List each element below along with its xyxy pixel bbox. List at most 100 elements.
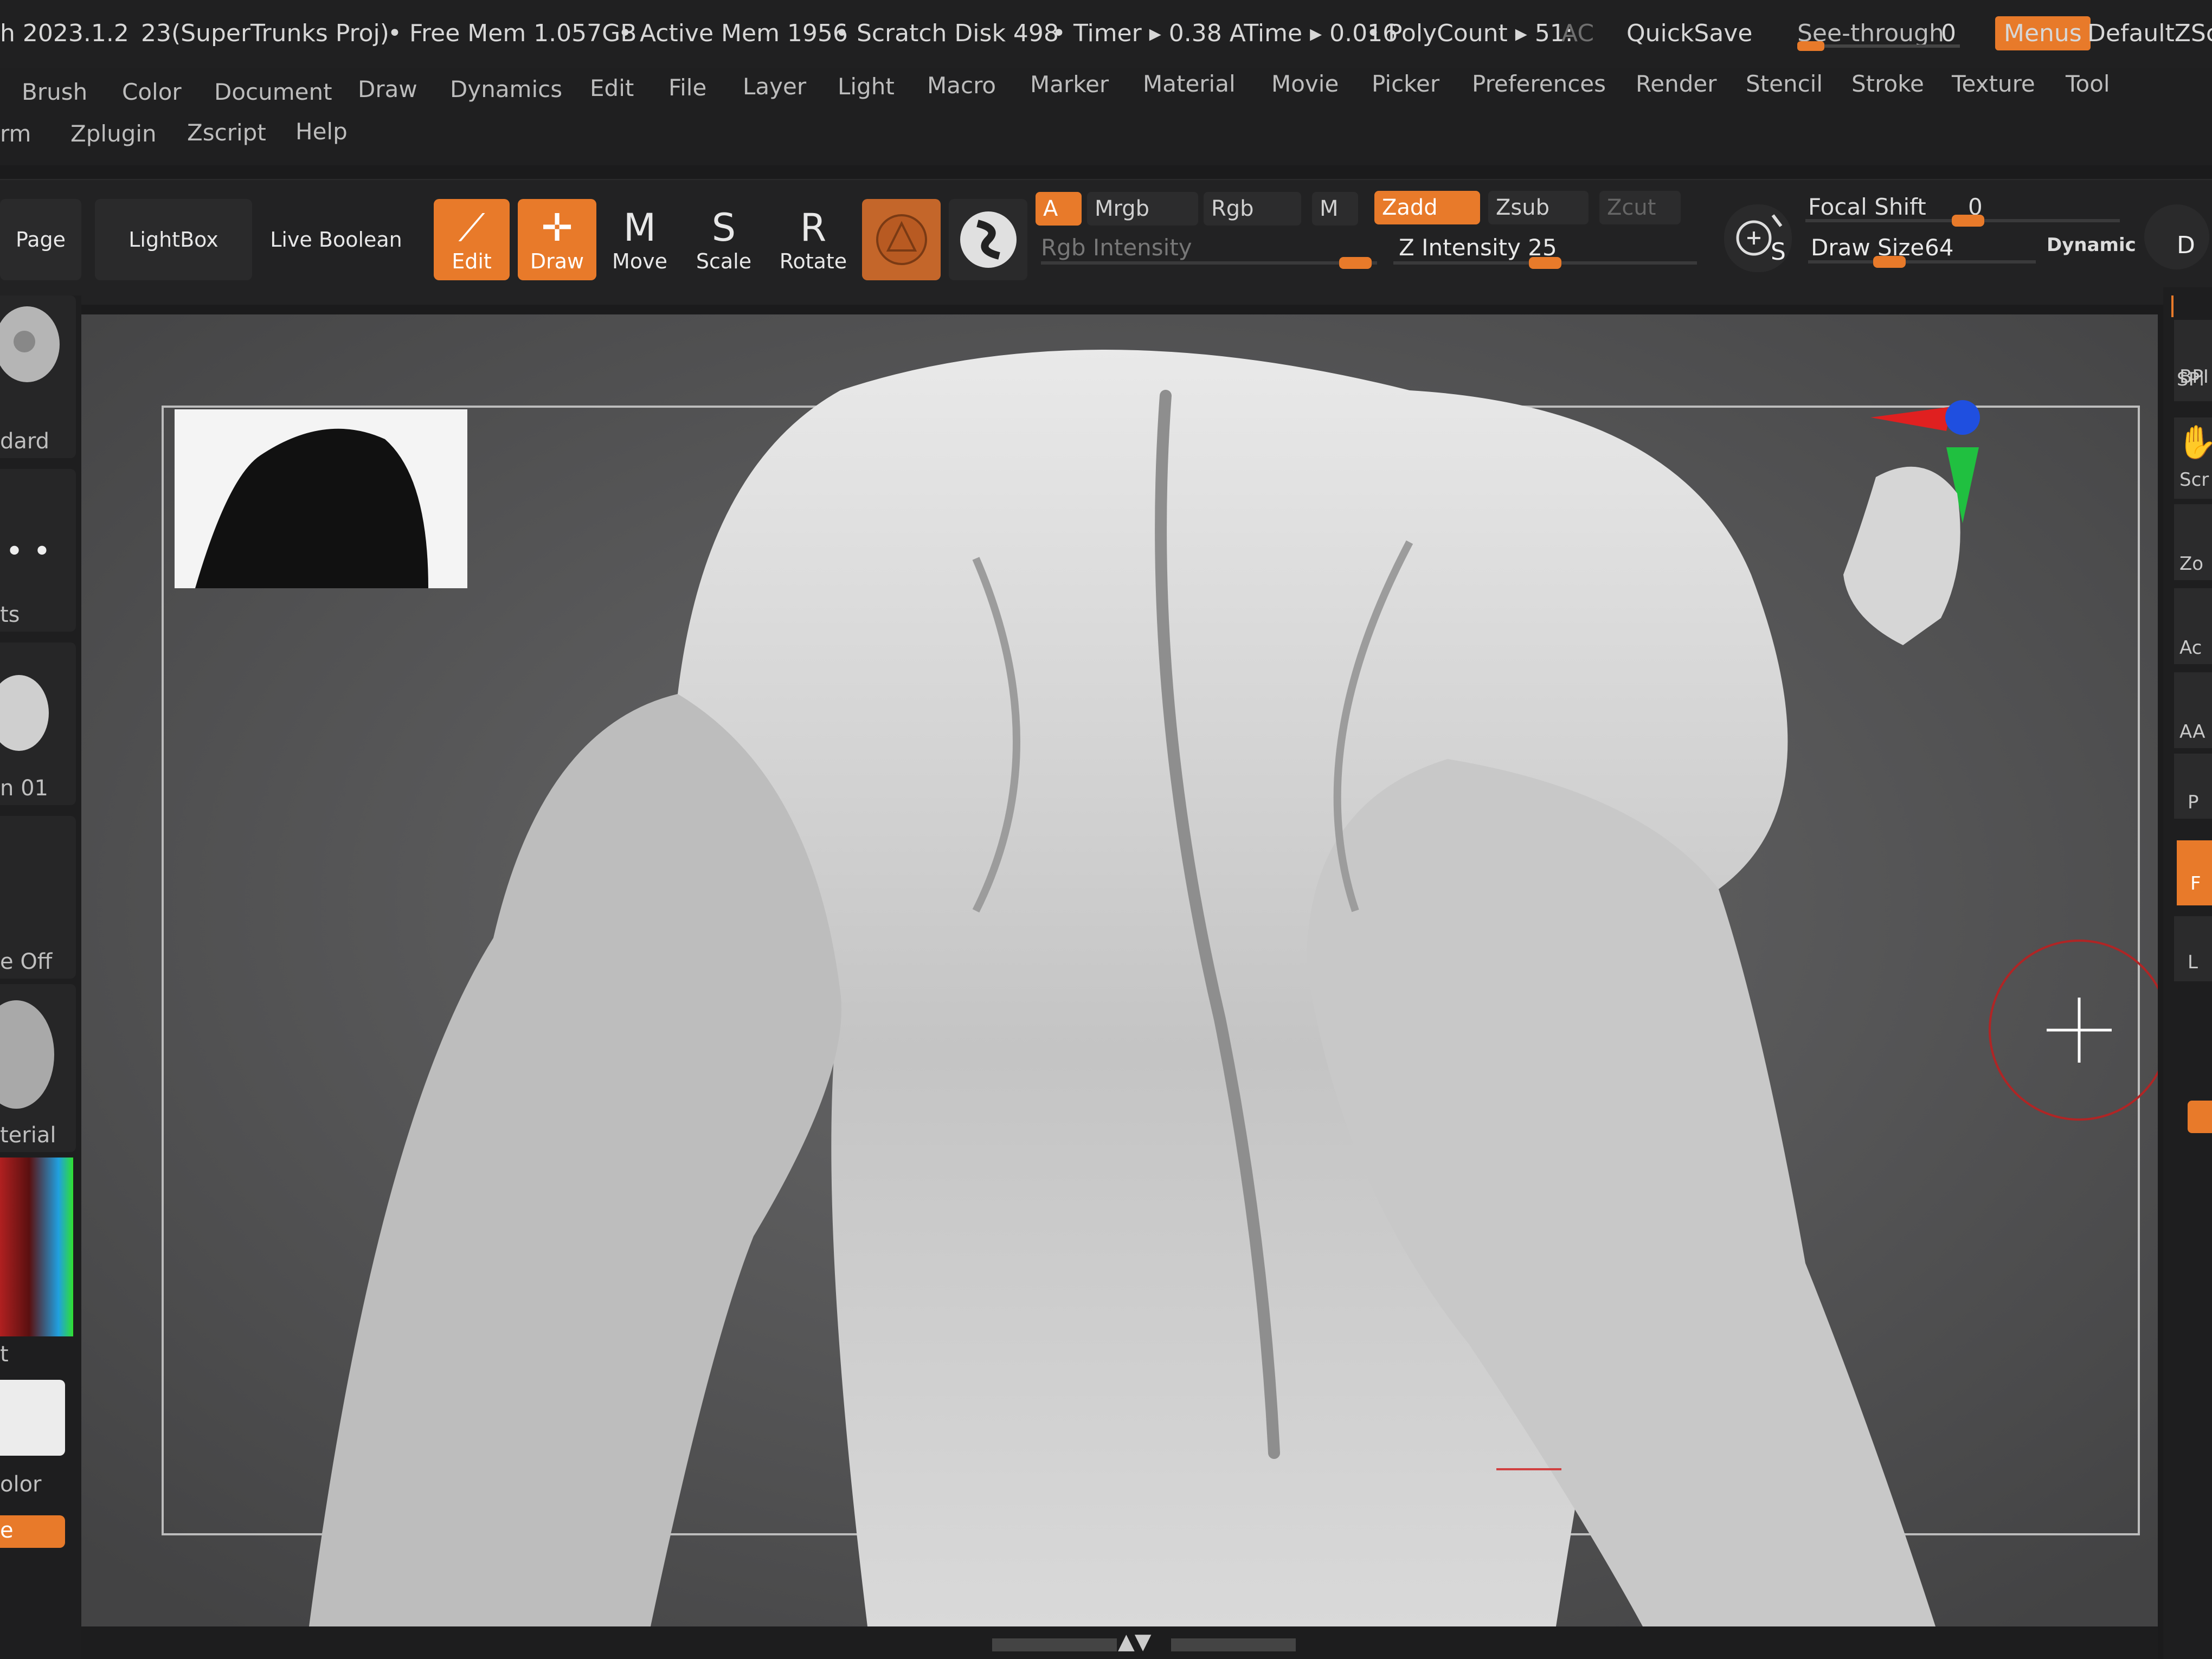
rgb-intensity-slider[interactable]	[1041, 257, 1377, 269]
m-button[interactable]: M	[1312, 192, 1358, 226]
actual-button[interactable]: Ac	[2174, 588, 2212, 664]
menu-light[interactable]: Light	[838, 73, 895, 100]
quicksave-button[interactable]: QuickSave	[1626, 20, 1752, 47]
menu-file[interactable]: File	[668, 74, 706, 101]
alpha-slot-label: n 01	[0, 776, 48, 801]
dynamic-button[interactable]: Dynamic	[2047, 234, 2136, 256]
a-button[interactable]: A	[1036, 192, 1082, 226]
xyz-button[interactable]	[2188, 1101, 2212, 1133]
menu-stencil[interactable]: Stencil	[1746, 70, 1823, 97]
left-shelf: dard • • ts n 01 e Off terial t olor e	[0, 295, 81, 1659]
material-slot[interactable]: terial	[0, 984, 76, 1152]
menu-texture[interactable]: Texture	[1952, 70, 2035, 97]
edit-label: Edit	[452, 249, 492, 273]
live-boolean-button[interactable]: Live Boolean	[255, 199, 417, 280]
spix-label[interactable]: SPi	[2177, 369, 2204, 390]
color-picker[interactable]	[0, 1158, 73, 1336]
material-button[interactable]	[862, 199, 941, 280]
zoom-label: Zo	[2179, 553, 2204, 575]
menu-brush[interactable]: Brush	[22, 79, 87, 105]
page-button[interactable]: Page	[0, 199, 81, 280]
menu-tool[interactable]: Tool	[2066, 70, 2110, 97]
canvas-viewport[interactable]	[81, 314, 2170, 1626]
lazy-mouse-button[interactable]: S	[1724, 204, 1792, 272]
focal-shift-slider[interactable]	[1805, 215, 2120, 227]
menu-draw[interactable]: Draw	[358, 76, 417, 102]
switch-color-button[interactable]: e	[0, 1515, 65, 1548]
draw-icon: ✛	[541, 205, 573, 250]
ac-label: AC	[1561, 20, 1594, 47]
menu-picker[interactable]: Picker	[1372, 70, 1439, 97]
default-zscript[interactable]: DefaultZScri	[2087, 20, 2212, 47]
rgb-intensity-label: Rgb Intensity	[1041, 234, 1192, 261]
polycount: • PolyCount ▸ 51:	[1366, 20, 1573, 47]
persp-button[interactable]: P	[2174, 754, 2212, 819]
z-intensity-slider[interactable]	[1393, 257, 1697, 269]
menu-stroke[interactable]: Stroke	[1851, 70, 1924, 97]
rotate-button[interactable]: R Rotate	[773, 199, 854, 280]
menu-dynamics[interactable]: Dynamics	[450, 76, 562, 102]
scale-key: S	[711, 205, 736, 250]
material-sphere-icon	[876, 214, 927, 265]
aahalf-button[interactable]: AA	[2174, 672, 2212, 748]
mrgb-button[interactable]: Mrgb	[1087, 192, 1198, 226]
bottom-scroll-right[interactable]	[1171, 1638, 1296, 1651]
menu-preferences[interactable]: Preferences	[1472, 70, 1606, 97]
lightbox-button[interactable]: LightBox	[95, 199, 252, 280]
floor-button[interactable]: F	[2177, 840, 2212, 905]
menu-render[interactable]: Render	[1636, 70, 1717, 97]
dynamic-target-button[interactable]: D	[2144, 204, 2209, 269]
zcut-button[interactable]: Zcut	[1599, 191, 1681, 224]
menu-marker[interactable]: Marker	[1030, 71, 1109, 98]
floor-label: F	[2190, 873, 2201, 895]
move-button[interactable]: M Move	[602, 199, 678, 280]
move-label: Move	[612, 249, 667, 273]
menus-button[interactable]: Menus	[1995, 16, 2091, 50]
local-button[interactable]: L	[2174, 916, 2212, 981]
draw-button[interactable]: ✛ Draw	[518, 199, 596, 280]
brush-alpha-button[interactable]	[949, 199, 1027, 280]
edit-button[interactable]: ⟋ Edit	[434, 199, 510, 280]
menu-movie[interactable]: Movie	[1271, 70, 1339, 97]
expand-arrows-icon[interactable]: ▲▼	[1118, 1629, 1152, 1654]
menu-help[interactable]: Help	[295, 118, 348, 145]
zadd-button[interactable]: Zadd	[1374, 191, 1480, 224]
menu-document[interactable]: Document	[214, 79, 332, 105]
menu-material[interactable]: Material	[1143, 70, 1236, 97]
bottom-scroll-left[interactable]	[992, 1638, 1117, 1651]
rotate-key: R	[800, 205, 827, 250]
mrgb-label: Mrgb	[1095, 196, 1150, 221]
stroke-slot-label: ts	[0, 602, 20, 627]
menu-zplugin[interactable]: Zplugin	[70, 120, 157, 147]
zoom-button[interactable]: Zo	[2174, 504, 2212, 580]
material-thumbnail-icon	[0, 1000, 54, 1109]
zsub-button[interactable]: Zsub	[1488, 191, 1589, 224]
stroke-slot[interactable]: • • ts	[0, 469, 76, 632]
texture-slot[interactable]: e Off	[0, 816, 76, 979]
brush-slot[interactable]: dard	[0, 295, 76, 458]
menu-zscript[interactable]: Zscript	[187, 119, 266, 146]
draw-size-slider[interactable]	[1808, 256, 2036, 268]
scroll-button[interactable]: ✋ Scr	[2174, 417, 2212, 499]
menu-edit[interactable]: Edit	[590, 75, 634, 101]
z-axis-ball	[1945, 400, 1980, 435]
focal-shift-knob[interactable]	[1952, 215, 1984, 227]
bottom-bar: ▲▼	[81, 1626, 2158, 1659]
see-through-slider[interactable]	[1797, 41, 1960, 51]
sculpt-model[interactable]	[81, 314, 2170, 1626]
z-intensity-knob[interactable]	[1529, 257, 1561, 269]
main-color-swatch[interactable]	[0, 1380, 65, 1456]
see-through-knob[interactable]	[1797, 41, 1824, 51]
rgb-button[interactable]: Rgb	[1204, 192, 1301, 226]
menu-macro[interactable]: Macro	[927, 72, 996, 99]
rgb-intensity-knob[interactable]	[1339, 257, 1372, 269]
draw-label: Draw	[530, 249, 584, 273]
draw-size-knob[interactable]	[1873, 256, 1906, 268]
menu-color[interactable]: Color	[122, 79, 182, 105]
scale-button[interactable]: S Scale	[686, 199, 762, 280]
alpha-slot[interactable]: n 01	[0, 642, 76, 805]
menu-layer[interactable]: Layer	[743, 73, 806, 100]
move-key: M	[623, 205, 657, 250]
secondary-color-label: olor	[0, 1472, 42, 1497]
menu-transform[interactable]: rm	[0, 120, 31, 147]
